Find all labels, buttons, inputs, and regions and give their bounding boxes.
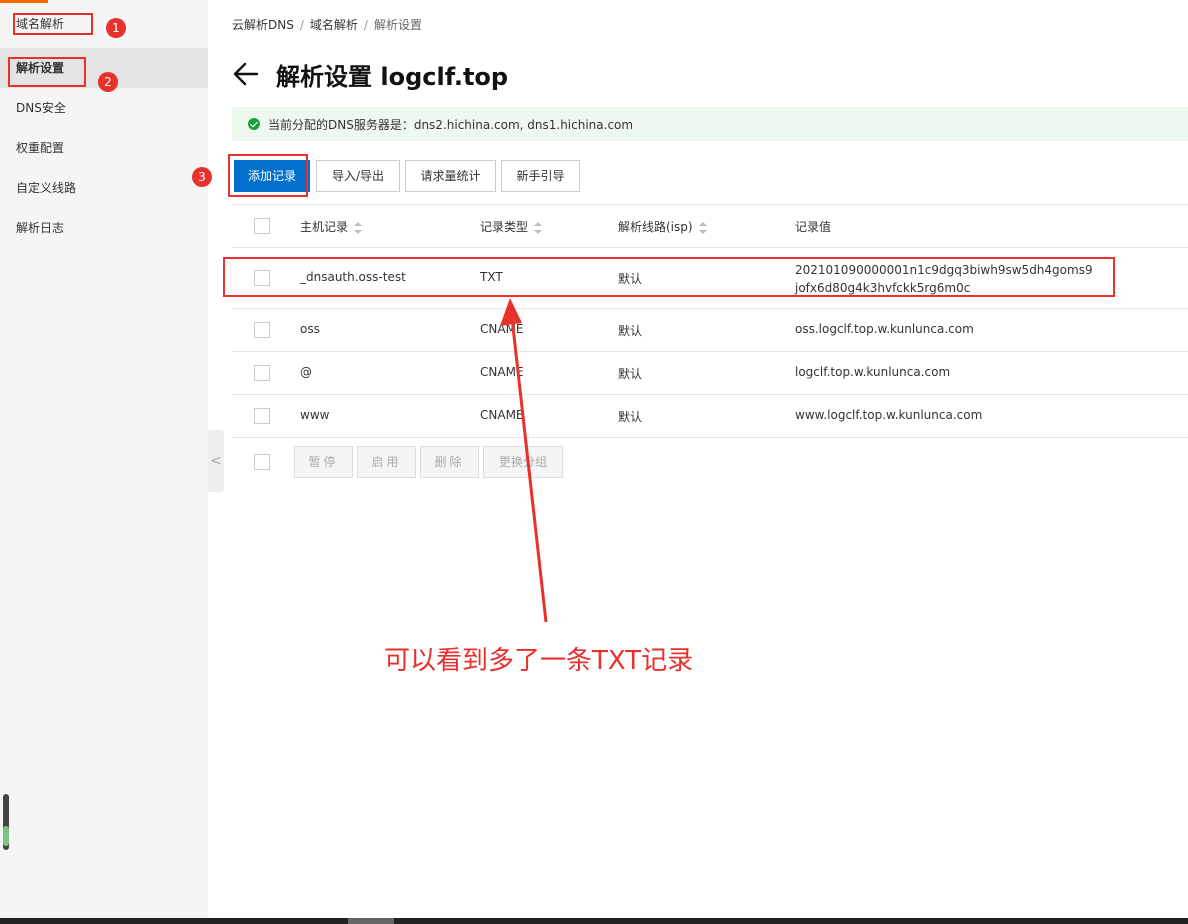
record-host: @ [300,365,312,379]
sidebar-item-custom-lines[interactable]: 自定义线路 [0,168,208,208]
change-group-button[interactable]: 更换分组 [483,446,563,478]
annotation-box-new-record [223,257,1115,297]
annotation-box-1 [13,13,93,35]
column-header-type[interactable]: 记录类型 [480,218,543,235]
record-type: CNAME [480,408,524,422]
record-line: 默认 [618,324,643,338]
column-header-value: 记录值 [795,220,832,234]
annotation-marker-2: 2 [98,72,118,92]
row-divider [232,351,1188,352]
brand-accent-bar [0,0,48,3]
notice-text: 当前分配的DNS服务器是：dns2.hichina.com, dns1.hich… [268,117,634,132]
sidebar-collapse-handle[interactable]: < [208,430,224,492]
record-type: CNAME [480,365,524,379]
breadcrumb: 云解析DNS / 域名解析 / 解析设置 [232,16,422,33]
record-line: 默认 [618,367,643,381]
annotation-note: 可以看到多了一条TXT记录 [384,646,694,676]
sort-icon[interactable] [534,221,543,234]
breadcrumb-separator: / [363,18,368,32]
beginner-guide-button[interactable]: 新手引导 [501,160,580,192]
delete-button[interactable]: 删除 [420,446,479,478]
dns-server-notice: 当前分配的DNS服务器是：dns2.hichina.com, dns1.hich… [232,107,1188,141]
taskbar-strip [0,918,1188,924]
record-value: oss.logclf.top.w.kunlunca.com [795,322,974,336]
row-divider [232,437,1188,438]
enable-button[interactable]: 启用 [357,446,416,478]
page-header: 解析设置 logclf.top [232,56,508,92]
sort-icon[interactable] [354,221,363,234]
sort-icon[interactable] [698,221,707,234]
select-all-checkbox[interactable] [254,218,270,234]
sidebar-item-dns-security[interactable]: DNS安全 [0,88,208,128]
annotation-box-2 [8,57,86,87]
batch-select-checkbox[interactable] [254,454,270,470]
scroll-indicator-level [3,826,9,846]
annotation-box-3 [228,154,308,197]
taskbar-segment [348,918,394,924]
scroll-indicator[interactable] [3,794,9,850]
breadcrumb-separator: / [299,18,304,32]
request-stats-button[interactable]: 请求量统计 [405,160,496,192]
page-title: 解析设置 logclf.top [276,62,509,91]
pause-button[interactable]: 暂停 [294,446,353,478]
sidebar-item-resolution-logs[interactable]: 解析日志 [0,208,208,248]
annotation-marker-1: 1 [106,18,126,38]
record-value: logclf.top.w.kunlunca.com [795,365,951,379]
record-type: CNAME [480,322,524,336]
record-value: www.logclf.top.w.kunlunca.com [795,408,983,422]
breadcrumb-item-cloud-dns[interactable]: 云解析DNS [232,18,294,32]
record-host: oss [300,322,320,336]
sidebar-item-weight-config[interactable]: 权重配置 [0,128,208,168]
back-arrow-icon[interactable] [232,60,260,88]
column-header-host[interactable]: 主机记录 [300,218,363,235]
success-check-icon [248,118,260,130]
table-top-border [232,204,1188,205]
row-checkbox[interactable] [254,365,270,381]
table-header-border [232,247,1188,248]
row-checkbox[interactable] [254,322,270,338]
row-checkbox[interactable] [254,408,270,424]
breadcrumb-item-current: 解析设置 [373,18,422,32]
column-header-line[interactable]: 解析线路(isp) [618,218,707,235]
import-export-button[interactable]: 导入/导出 [316,160,400,192]
record-host: www [300,408,330,422]
row-divider [232,394,1188,395]
record-line: 默认 [618,410,643,424]
breadcrumb-item-domain-resolution[interactable]: 域名解析 [310,18,358,32]
row-divider [232,308,1188,309]
chevron-left-icon: < [210,453,222,469]
annotation-marker-3: 3 [192,167,212,187]
sidebar: 域名解析 解析设置 DNS安全 权重配置 自定义线路 解析日志 [0,0,208,924]
